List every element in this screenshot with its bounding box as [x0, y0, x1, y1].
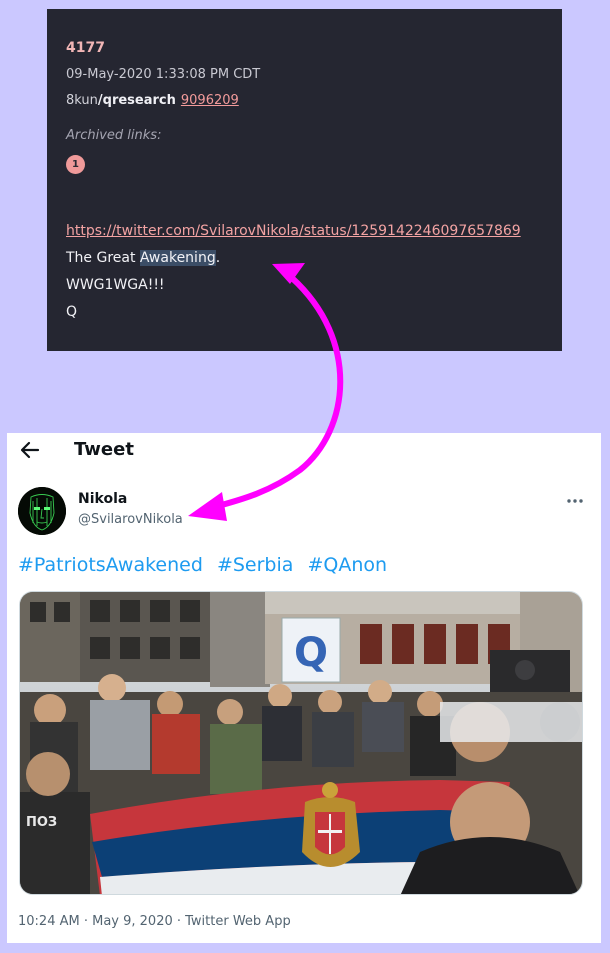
tweet-hashtags: #PatriotsAwakened #Serbia #QAnon: [18, 553, 395, 577]
post-line-3: Q: [66, 304, 78, 320]
post-source: 8kun/qresearch 9096209: [66, 92, 562, 110]
photo-sign-letter: Q: [294, 630, 328, 676]
rally-crowd-image: Q ПОЗ: [20, 592, 582, 894]
q-post-card: 4177 09-May-2020 1:33:08 PM CDT 8kun/qre…: [47, 9, 562, 351]
archived-links-label: Archived links:: [66, 128, 162, 143]
more-horizontal-icon[interactable]: [566, 497, 584, 505]
post-tweet-link[interactable]: https://twitter.com/SvilarovNikola/statu…: [66, 222, 562, 240]
photo-banner-text: ПОЗ: [26, 815, 57, 830]
matrix-face-icon: [18, 487, 66, 535]
post-line-1-suffix: .: [215, 250, 221, 266]
post-board[interactable]: /qresearch: [98, 93, 176, 108]
tweet-header-title: Tweet: [74, 439, 134, 460]
post-line-1-prefix: The Great: [66, 250, 140, 266]
tweet-card: Tweet Nikola @SvilarovNikola #PatriotsAw…: [7, 433, 601, 943]
avatar[interactable]: [18, 487, 66, 535]
post-line-2: WWG1WGA!!!: [66, 277, 165, 293]
hashtag-link[interactable]: #Serbia: [217, 554, 293, 576]
tweet-author-handle[interactable]: @SvilarovNikola: [78, 511, 183, 529]
tweet-author-name[interactable]: Nikola: [78, 490, 127, 508]
archived-link-badge[interactable]: 1: [66, 155, 85, 174]
hashtag-link[interactable]: #PatriotsAwakened: [18, 554, 203, 576]
post-line-1-highlight: Awakening: [139, 250, 216, 266]
tweet-header: Tweet: [7, 433, 601, 469]
tweet-timestamp[interactable]: 10:24 AM · May 9, 2020 · Twitter Web App: [18, 913, 291, 931]
post-thread-link[interactable]: 9096209: [181, 93, 239, 108]
back-arrow-icon[interactable]: [19, 439, 41, 461]
post-number: 4177: [66, 40, 105, 56]
hashtag-link[interactable]: #QAnon: [307, 554, 387, 576]
tweet-photo[interactable]: Q ПОЗ: [19, 591, 583, 895]
post-datetime: 09-May-2020 1:33:08 PM CDT: [66, 67, 261, 82]
post-site: 8kun: [66, 93, 98, 108]
post-line-1: The Great Awakening.: [66, 249, 562, 267]
